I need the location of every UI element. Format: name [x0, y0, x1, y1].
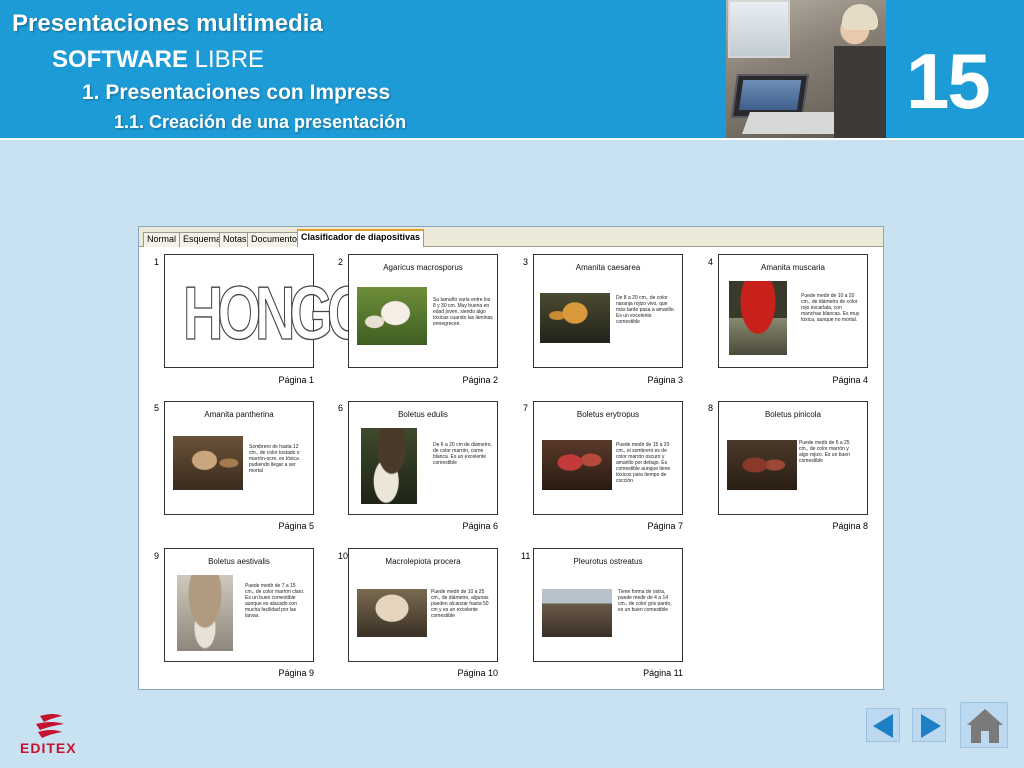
- page-label: Página 10: [457, 668, 498, 678]
- mushroom-photo: [540, 293, 610, 343]
- slide-description: Puede medir de 15 a 20 cm., el sombrero …: [616, 442, 671, 484]
- previous-slide-button[interactable]: [866, 708, 900, 742]
- presentation-title: Presentaciones multimedia: [12, 10, 323, 37]
- page-label: Página 8: [832, 521, 868, 531]
- header-divider: [0, 138, 1024, 140]
- page-label: Página 5: [278, 521, 314, 531]
- slide-description: Puede medir de 7 a 15 cm., de color marr…: [245, 583, 305, 619]
- slide-number-label: 9: [154, 551, 160, 561]
- slide-description: Puede medir de 10 a 20 cm., de diámetro …: [801, 293, 860, 323]
- photo-keyboard: [741, 112, 847, 134]
- slide-thumbnail[interactable]: Amanita muscaria Puede medir de 10 a 20 …: [718, 254, 868, 368]
- next-slide-button[interactable]: [912, 708, 946, 742]
- page-label: Página 7: [647, 521, 683, 531]
- triangle-left-icon: [873, 714, 893, 738]
- slide-title: Amanita caesarea: [575, 263, 641, 272]
- slide-title: Pleurotus ostreatus: [573, 557, 643, 566]
- page-label: Página 2: [462, 375, 498, 385]
- slide-title: Boletus pinicola: [764, 410, 822, 419]
- subtitle-rest: LIBRE: [188, 46, 265, 73]
- mushroom-photo: [173, 436, 243, 490]
- slide-number-label: 10: [338, 551, 349, 561]
- mushroom-photo: [727, 440, 797, 490]
- page-label: Página 4: [832, 375, 868, 385]
- slide-description: Puede medir de 10 a 25 cm., de diámetro,…: [431, 589, 489, 619]
- subtitle-bold: SOFTWARE: [52, 46, 188, 73]
- mushroom-photo: [357, 287, 427, 345]
- slide-number-label: 11: [521, 551, 531, 561]
- slide-thumbnail[interactable]: Boletus pinicola Puede medir de 6 a 25 c…: [718, 401, 868, 515]
- slide-title: Boletus aestivalis: [208, 557, 270, 566]
- slide-number-label: 4: [708, 257, 714, 267]
- slide-title: Amanita muscaria: [760, 263, 826, 272]
- slide-thumbnail[interactable]: Macrolepiota procera Puede medir de 10 a…: [348, 548, 498, 662]
- tab-clasificador[interactable]: Clasificador de diapositivas: [297, 229, 425, 247]
- view-tab-bar: Normal Esquema Notas Documento Clasifica…: [139, 227, 883, 247]
- slide-thumbnail[interactable]: Amanita caesarea De 8 a 20 cm., de color…: [533, 254, 683, 368]
- slide-title: Amanita pantherina: [204, 410, 274, 419]
- tab-normal[interactable]: Normal: [143, 232, 181, 247]
- slide-number-label: 6: [338, 403, 344, 413]
- home-button[interactable]: [960, 702, 1008, 748]
- slide-title: Macrolepiota procera: [385, 557, 461, 566]
- subtitle: SOFTWARE LIBRE: [52, 46, 264, 74]
- header-photo: [726, 0, 886, 138]
- slide-title: Boletus edulis: [398, 410, 448, 419]
- mushroom-photo: [357, 589, 427, 637]
- slide-description: Sombrero de hasta 12 cm., de color tosta…: [249, 444, 300, 474]
- slide-number-label: 8: [708, 403, 714, 413]
- slide-number-label: 5: [154, 403, 160, 413]
- slide-thumbnail[interactable]: Amanita pantherina Sombrero de hasta 12 …: [164, 401, 314, 515]
- photo-projector-screen: [728, 0, 790, 58]
- section-heading: 1. Presentaciones con Impress: [82, 81, 391, 104]
- slide-description: Tiene forma de ostra, puede medir de 4 a…: [618, 589, 672, 613]
- slide-description: De 6 a 20 cm de diámetro, de color marró…: [433, 442, 492, 466]
- subsection-heading: 1.1. Creación de una presentación: [114, 112, 407, 132]
- slide-title: Agaricus macrosporus: [383, 263, 463, 272]
- slide-title: Boletus erytropus: [576, 410, 640, 419]
- home-icon: [967, 709, 1003, 743]
- slide-thumbnail[interactable]: Boletus aestivalis Puede medir de 7 a 15…: [164, 548, 314, 662]
- slide-number: 15: [906, 37, 991, 125]
- mushroom-photo: [729, 281, 787, 355]
- page-label: Página 6: [462, 521, 498, 531]
- slide-thumbnail[interactable]: HONGOS: [164, 254, 402, 368]
- triangle-right-icon: [921, 714, 941, 738]
- slide-description: Puede medir de 6 a 25 cm., de color marr…: [799, 440, 850, 464]
- mushroom-photo: [542, 589, 612, 637]
- slide-number-label: 7: [523, 403, 529, 413]
- page-label: Página 1: [278, 375, 314, 385]
- page-label: Página 9: [278, 668, 314, 678]
- tab-documento[interactable]: Documento: [247, 232, 302, 247]
- slide-number-label: 2: [338, 257, 344, 267]
- page-label: Página 11: [643, 668, 683, 678]
- tab-notas[interactable]: Notas: [219, 232, 251, 247]
- page-label: Página 3: [647, 375, 683, 385]
- slide-thumbnail[interactable]: Boletus edulis De 6 a 20 cm de diámetro,…: [348, 401, 498, 515]
- slide-thumbnail[interactable]: Boletus erytropus Puede medir de 15 a 20…: [533, 401, 683, 515]
- slide-number-label: 1: [154, 257, 160, 267]
- editex-logo-text: EDITEX: [20, 740, 77, 756]
- mushroom-photo: [177, 575, 233, 651]
- slide-thumbnail[interactable]: Agaricus macrosporus Su tamaño varía ent…: [348, 254, 498, 368]
- mushroom-photo: [542, 440, 612, 490]
- slide-thumbnail[interactable]: Pleurotus ostreatus Tiene forma de ostra…: [533, 548, 683, 662]
- slide-description: Su tamaño varía entre los 8 y 30 cm. Muy…: [433, 297, 493, 327]
- slide-description: De 8 a 20 cm., de color naranja rojizo v…: [616, 295, 675, 325]
- slide-number-label: 3: [523, 257, 529, 267]
- mushroom-photo: [361, 428, 417, 504]
- slide-sorter-window: Normal Esquema Notas Documento Clasifica…: [138, 226, 884, 690]
